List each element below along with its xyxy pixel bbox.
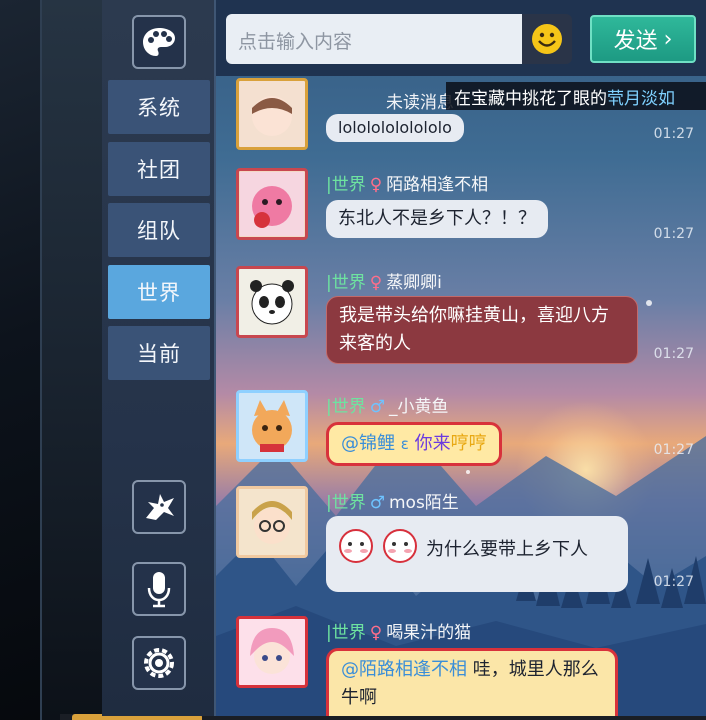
input-bar: 点击输入内容 发送 ›: [216, 0, 706, 76]
message-bubble: @锦鲤 ε 你来哼哼: [326, 422, 502, 466]
chat-input[interactable]: 点击输入内容: [226, 14, 522, 64]
message-bubble: 我是带头给你嘛挂黄山，喜迎八方来客的人: [326, 296, 638, 364]
emoji-icon[interactable]: [522, 14, 572, 64]
sender-name[interactable]: 喝果汁的猫: [386, 623, 471, 643]
message-bubble: lolololololololo: [326, 114, 464, 142]
message-time: 01:27: [653, 226, 694, 242]
message-time: 01:27: [653, 346, 694, 362]
avatar[interactable]: [236, 390, 308, 462]
avatar[interactable]: [236, 616, 308, 688]
cat-sticker-icon: [339, 529, 417, 563]
dragon-icon[interactable]: [132, 480, 186, 534]
avatar[interactable]: [236, 168, 308, 240]
female-icon: ♀: [369, 623, 383, 643]
channel-tag[interactable]: 世界: [332, 623, 366, 643]
send-button[interactable]: 发送 ›: [590, 15, 696, 63]
message-bubble: 为什么要带上乡下人: [326, 516, 628, 592]
channel-tag[interactable]: 世界: [332, 397, 366, 417]
message-text: 为什么要带上乡下人: [426, 539, 588, 560]
channel-current[interactable]: 当前: [108, 326, 210, 380]
channel-system[interactable]: 系统: [108, 80, 210, 134]
mention[interactable]: @陌路相逢不相: [341, 659, 467, 680]
channel-world[interactable]: 世界: [108, 265, 210, 319]
message-header: |世界 ♂ _小黄鱼: [326, 397, 449, 417]
message-time: 01:27: [653, 126, 694, 142]
sender-name[interactable]: _小黄鱼: [389, 397, 449, 417]
ticker-name[interactable]: 茕月淡如: [607, 89, 675, 109]
message-header: |世界 ♀ 喝果汁的猫: [326, 623, 472, 643]
channel-tag[interactable]: 世界: [332, 493, 366, 513]
avatar[interactable]: [236, 486, 308, 558]
message-bubble: 东北人不是乡下人？！？: [326, 200, 548, 238]
channel-team[interactable]: 组队: [108, 203, 210, 257]
sender-name[interactable]: 陌路相逢不相: [386, 175, 488, 195]
message-header: |世界 ♂ mos陌生: [326, 493, 459, 513]
male-icon: ♂: [369, 493, 385, 513]
ticker-text: 在宝藏中挑花了眼的: [454, 89, 607, 109]
message-header: |世界 ♀ 蒸卿卿i: [326, 273, 442, 293]
message-text-part: 哼哼: [450, 433, 487, 454]
channel-tag[interactable]: 世界: [332, 273, 366, 293]
game-backdrop: [0, 0, 112, 720]
sender-name[interactable]: 蒸卿卿i: [386, 273, 442, 293]
avatar[interactable]: [236, 266, 308, 338]
palette-icon[interactable]: [132, 15, 186, 69]
chevron-right-icon: ›: [663, 26, 673, 52]
male-icon: ♂: [369, 397, 385, 417]
message-time: 01:27: [653, 574, 694, 590]
microphone-icon[interactable]: [132, 562, 186, 616]
chat-sidebar: 系统 社团 组队 世界 当前: [102, 0, 216, 716]
message-time: 01:27: [653, 442, 694, 458]
sender-name[interactable]: mos陌生: [389, 493, 459, 513]
female-icon: ♀: [369, 175, 383, 195]
avatar[interactable]: [236, 78, 308, 150]
gear-icon[interactable]: [132, 636, 186, 690]
message-symbol: ε: [400, 435, 409, 453]
female-icon: ♀: [369, 273, 383, 293]
chat-panel: 点击输入内容 发送 › 未读消息 在宝藏中挑花了眼的茕月淡如 lolololol…: [216, 0, 706, 716]
message-header: |世界 ♀ 陌路相逢不相: [326, 175, 489, 195]
send-label: 发送: [613, 29, 658, 54]
mention[interactable]: @锦鲤: [341, 433, 395, 454]
channel-guild[interactable]: 社团: [108, 142, 210, 196]
message-text-part: 你来: [414, 433, 451, 454]
channel-tag[interactable]: 世界: [332, 175, 366, 195]
message-bubble: @陌路相逢不相 哇，城里人那么牛啊: [326, 648, 618, 716]
broadcast-ticker: 在宝藏中挑花了眼的茕月淡如: [446, 82, 706, 110]
